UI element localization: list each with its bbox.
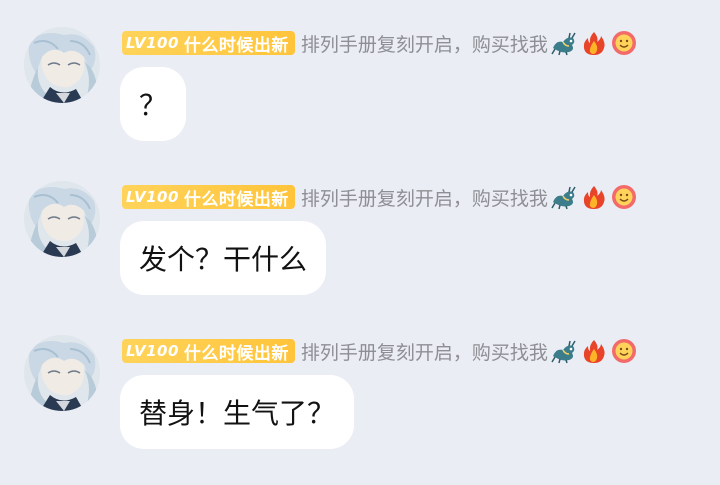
title-badge: LV100 什么时候出新 [122,185,295,210]
title-text: 什么时候出新 [183,189,289,210]
sender-nickname[interactable]: 排列手册复刻开启，购买找我 [301,338,548,365]
message-bubble[interactable]: ？ [120,67,187,141]
sender-header: LV100 什么时候出新 排列手册复刻开启，购买找我 [122,184,638,210]
dragon-icon [550,30,578,56]
chat-message: LV100 什么时候出新 排列手册复刻开启，购买找我 发个？干什么 [0,181,720,331]
fire-icon [580,338,608,364]
smiley-flower-icon [610,338,638,364]
chat-message: LV100 什么时候出新 排列手册复刻开启，购买找我 ？ [0,27,720,177]
title-text: 什么时候出新 [183,35,289,56]
title-badge: LV100 什么时候出新 [122,339,295,364]
smiley-flower-icon [610,184,638,210]
sender-header: LV100 什么时候出新 排列手册复刻开启，购买找我 [122,30,638,56]
title-badge: LV100 什么时候出新 [122,31,295,56]
smiley-flower-icon [610,30,638,56]
fire-icon [580,184,608,210]
avatar[interactable] [24,335,100,411]
fire-icon [580,30,608,56]
level-label: LV100 [126,34,179,52]
dragon-icon [550,184,578,210]
level-label: LV100 [126,342,179,360]
title-text: 什么时候出新 [183,343,289,364]
message-bubble[interactable]: 发个？干什么 [120,221,327,295]
level-label: LV100 [126,188,179,206]
avatar[interactable] [24,181,100,257]
message-bubble[interactable]: 替身！生气了？ [120,375,355,449]
sender-nickname[interactable]: 排列手册复刻开启，购买找我 [301,30,548,57]
dragon-icon [550,338,578,364]
sender-nickname[interactable]: 排列手册复刻开启，购买找我 [301,184,548,211]
avatar[interactable] [24,27,100,103]
chat-message: LV100 什么时候出新 排列手册复刻开启，购买找我 替身！生气了？ [0,335,720,485]
sender-header: LV100 什么时候出新 排列手册复刻开启，购买找我 [122,338,638,364]
